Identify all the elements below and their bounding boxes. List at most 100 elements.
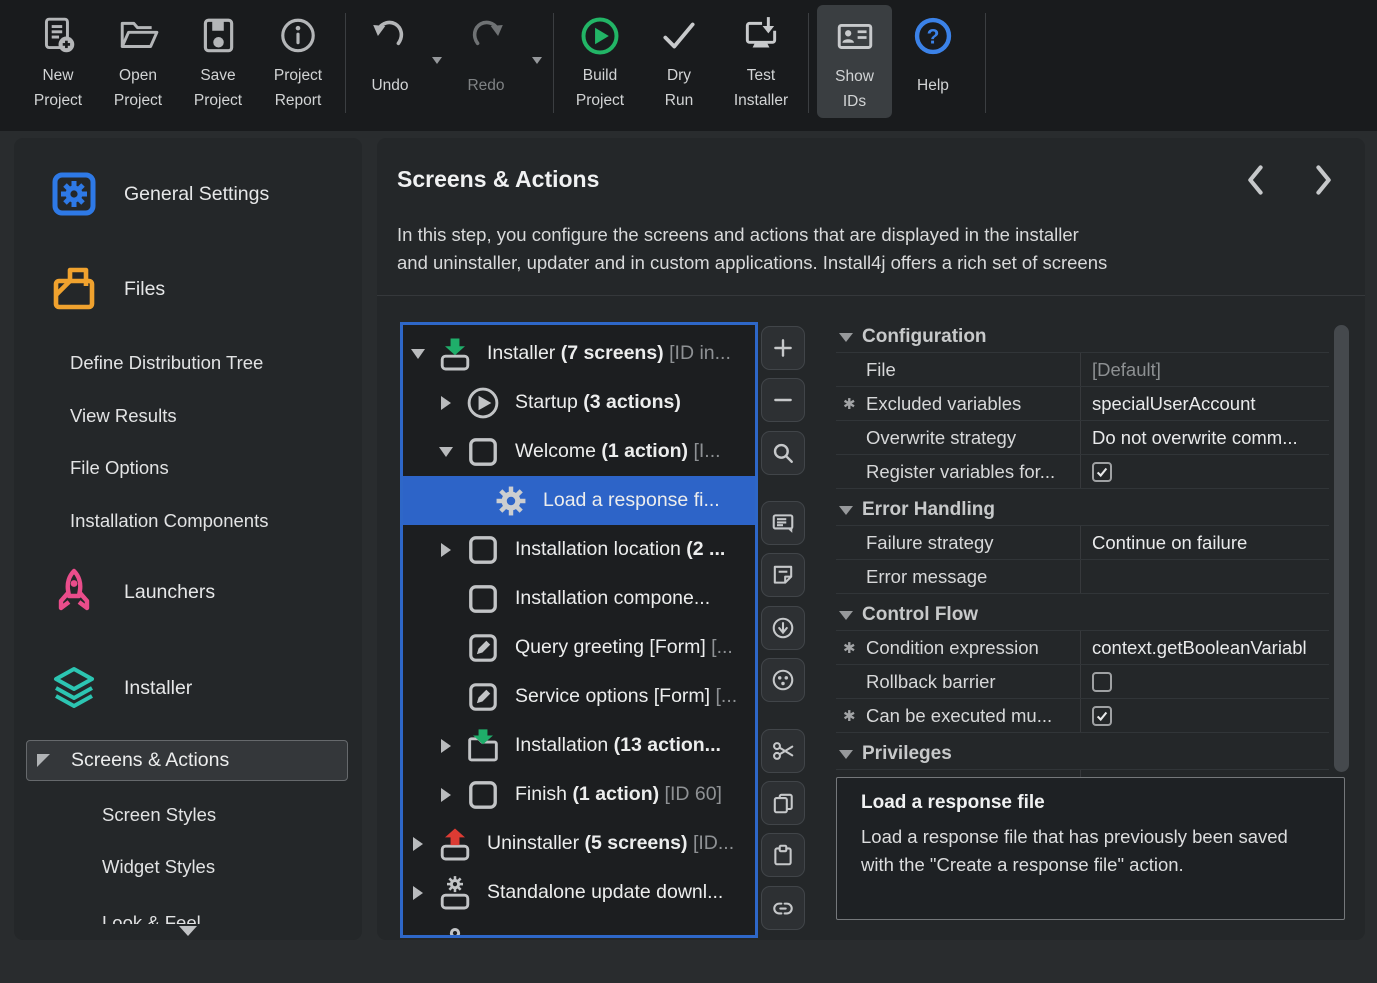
toolbar-separator xyxy=(808,13,809,113)
rocket-icon xyxy=(50,568,98,616)
expander-expanded-icon[interactable] xyxy=(403,349,433,359)
expander-collapsed-icon[interactable] xyxy=(431,739,461,753)
redo-dropdown-arrow[interactable] xyxy=(532,57,542,64)
tree-item-partially-visible[interactable] xyxy=(403,917,755,938)
cut-button[interactable] xyxy=(761,729,805,773)
tree-item-installer[interactable]: Installer (7 screens) [ID in... xyxy=(403,329,755,378)
property-row-error-message[interactable]: Error message xyxy=(836,559,1329,593)
section-error-handling[interactable]: Error Handling xyxy=(836,495,1329,525)
tree-item-startup[interactable]: Startup (3 actions) xyxy=(403,378,755,427)
property-row-file[interactable]: File [Default] xyxy=(836,353,1329,386)
screens-actions-tree[interactable]: Installer (7 screens) [ID in... Startup … xyxy=(400,322,758,938)
tree-item-query-greeting[interactable]: Query greeting [Form] [... xyxy=(403,623,755,672)
property-row-excluded-variables[interactable]: ✱ Excluded variables specialUserAccount xyxy=(836,386,1329,420)
tree-item-service-options[interactable]: Service options [Form] [... xyxy=(403,672,755,721)
undo-button[interactable]: Undo xyxy=(352,0,428,125)
action-description-text: Load a response file that has previously… xyxy=(861,823,1320,879)
tree-item-finish[interactable]: Finish (1 action) [ID 60] xyxy=(403,770,755,819)
section-configuration[interactable]: Configuration xyxy=(836,322,1329,352)
sidebar-item-screen-styles[interactable]: Screen Styles xyxy=(102,802,216,828)
section-privileges[interactable]: Privileges xyxy=(836,739,1329,769)
show-ids-button[interactable]: Show IDs xyxy=(817,5,892,118)
section-collapse-icon xyxy=(839,611,853,620)
expander-collapsed-icon[interactable] xyxy=(431,543,461,557)
layers-icon xyxy=(50,664,98,712)
previous-step-button[interactable] xyxy=(1243,164,1269,196)
tree-item-uninstaller[interactable]: Uninstaller (5 screens) [ID... xyxy=(403,819,755,868)
property-row-rollback-barrier[interactable]: Rollback barrier xyxy=(836,664,1329,698)
checkbox-checked[interactable] xyxy=(1092,706,1112,726)
expander-collapsed-icon[interactable] xyxy=(431,396,461,410)
section-control-flow[interactable]: Control Flow xyxy=(836,600,1329,630)
tree-item-standalone-update-downloader[interactable]: Standalone update downl... xyxy=(403,868,755,917)
next-step-button[interactable] xyxy=(1310,164,1336,196)
expander-collapsed-icon[interactable] xyxy=(403,837,433,851)
sidebar-item-general-settings[interactable]: General Settings xyxy=(50,170,269,218)
sidebar-item-installation-components[interactable]: Installation Components xyxy=(70,508,268,534)
property-grid: Configuration File [Default] ✱ Excluded … xyxy=(836,322,1329,804)
open-project-button[interactable]: Open Project xyxy=(98,0,178,125)
modified-marker-icon: ✱ xyxy=(843,639,856,657)
link-button[interactable] xyxy=(761,886,805,930)
checkmark-icon xyxy=(658,11,700,61)
property-scrollbar[interactable] xyxy=(1334,325,1349,772)
play-circle-icon xyxy=(463,383,503,423)
expander-expanded-icon[interactable] xyxy=(431,447,461,457)
sidebar-item-define-distribution-tree[interactable]: Define Distribution Tree xyxy=(70,350,263,376)
dots-circle-button[interactable] xyxy=(761,658,805,702)
copy-button[interactable] xyxy=(761,781,805,825)
expander-collapsed-icon[interactable] xyxy=(403,886,433,900)
open-folder-icon xyxy=(117,11,159,61)
sidebar-item-launchers[interactable]: Launchers xyxy=(50,568,215,616)
download-circle-button[interactable] xyxy=(761,606,805,650)
test-installer-button[interactable]: Test Installer xyxy=(718,0,804,125)
search-button[interactable] xyxy=(761,431,805,475)
tree-item-installation-components[interactable]: Installation compone... xyxy=(403,574,755,623)
add-button[interactable] xyxy=(761,326,805,370)
undo-dropdown-arrow[interactable] xyxy=(432,57,442,64)
tree-item-welcome[interactable]: Welcome (1 action) [I... xyxy=(403,427,755,476)
sidebar-item-view-results[interactable]: View Results xyxy=(70,403,177,429)
checkbox-unchecked[interactable] xyxy=(1092,672,1112,692)
installer-download-icon xyxy=(435,334,475,374)
dry-run-button[interactable]: Dry Run xyxy=(640,0,718,125)
expander-collapsed-icon[interactable] xyxy=(431,788,461,802)
notes-button[interactable] xyxy=(761,553,805,597)
sidebar-item-file-options[interactable]: File Options xyxy=(70,455,169,481)
action-gear-icon xyxy=(491,481,531,521)
checkbox-checked[interactable] xyxy=(1092,462,1112,482)
redo-icon xyxy=(465,11,507,61)
property-row-overwrite-strategy[interactable]: Overwrite strategy Do not overwrite comm… xyxy=(836,420,1329,454)
property-row-condition-expression[interactable]: ✱ Condition expression context.getBoolea… xyxy=(836,631,1329,664)
action-description-title: Load a response file xyxy=(861,792,1320,814)
remove-button[interactable] xyxy=(761,378,805,422)
scroll-down-icon[interactable] xyxy=(179,926,197,936)
property-row-can-be-executed-multiple[interactable]: ✱ Can be executed mu... xyxy=(836,698,1329,732)
form-screen-icon xyxy=(463,628,503,668)
sidebar-item-screens-and-actions[interactable]: Screens & Actions xyxy=(26,740,348,781)
navigation-sidebar: General Settings Files Define Distributi… xyxy=(14,138,362,940)
project-report-button[interactable]: Project Report xyxy=(258,0,338,125)
screen-icon xyxy=(463,579,503,619)
tree-item-load-a-response-file[interactable]: Load a response fi... xyxy=(403,476,755,525)
redo-button[interactable]: Redo xyxy=(448,0,524,125)
tree-item-installation-location[interactable]: Installation location (2 ... xyxy=(403,525,755,574)
build-project-button[interactable]: Build Project xyxy=(560,0,640,125)
update-downloader-icon xyxy=(435,873,475,913)
tree-item-installation[interactable]: Installation (13 action... xyxy=(403,721,755,770)
files-icon xyxy=(50,265,98,313)
property-row-register-variables[interactable]: Register variables for... xyxy=(836,454,1329,488)
monitor-download-icon xyxy=(740,11,782,61)
sidebar-item-files[interactable]: Files xyxy=(50,265,165,313)
comments-button[interactable] xyxy=(761,501,805,545)
screen-icon xyxy=(463,530,503,570)
sidebar-item-widget-styles[interactable]: Widget Styles xyxy=(102,854,215,880)
new-project-button[interactable]: New Project xyxy=(18,0,98,125)
property-row-failure-strategy[interactable]: Failure strategy Continue on failure xyxy=(836,526,1329,559)
paste-button[interactable] xyxy=(761,833,805,877)
save-project-button[interactable]: Save Project xyxy=(178,0,258,125)
section-collapse-icon xyxy=(839,750,853,759)
help-button[interactable]: ? Help xyxy=(896,0,970,125)
page-description-line2: and uninstaller, updater and in custom a… xyxy=(397,252,1107,274)
sidebar-item-installer[interactable]: Installer xyxy=(50,664,192,712)
